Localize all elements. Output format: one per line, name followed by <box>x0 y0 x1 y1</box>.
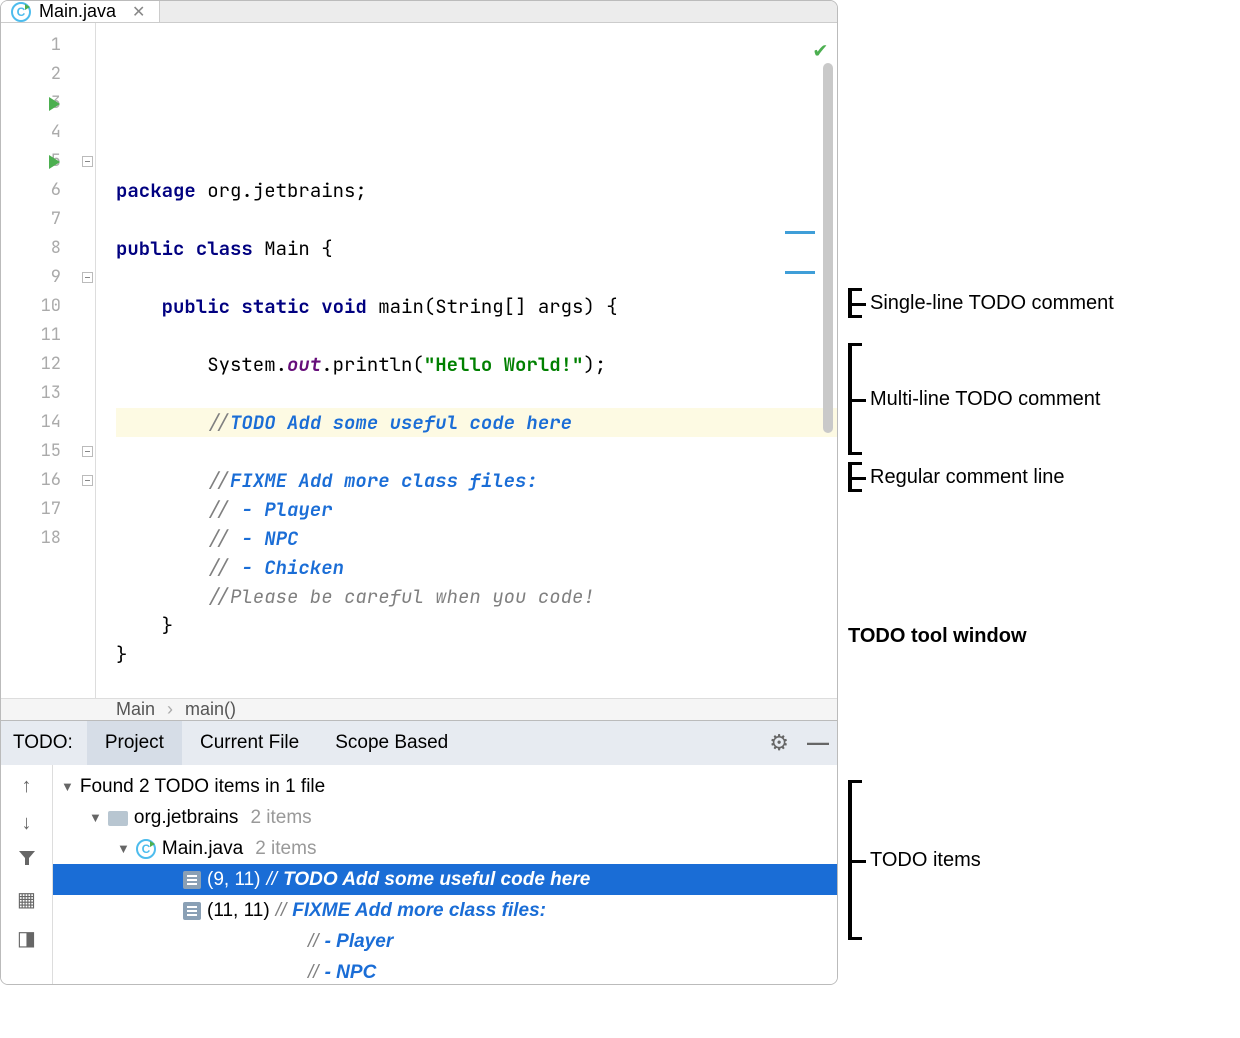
todo-item[interactable]: (9, 11) //TODO Add some useful code here <box>53 864 837 895</box>
gutter-line[interactable]: 15 <box>1 437 95 466</box>
code-line[interactable] <box>116 379 837 408</box>
annotation-todo-items: TODO items <box>870 849 981 872</box>
gutter-line[interactable]: 7 <box>1 205 95 234</box>
code-line[interactable] <box>116 263 837 292</box>
code-line[interactable] <box>116 205 837 234</box>
layout-icon[interactable]: ◨ <box>17 926 36 951</box>
chevron-right-icon: › <box>167 699 173 720</box>
gutter-line[interactable]: 12 <box>1 350 95 379</box>
code-line[interactable] <box>116 321 837 350</box>
todo-item[interactable]: (11, 11) //FIXME Add more class files: <box>53 895 837 926</box>
note-icon <box>183 902 201 920</box>
code-editor[interactable]: 123456789101112131415161718 ✔ package or… <box>1 23 837 698</box>
run-icon[interactable] <box>49 155 60 169</box>
note-icon <box>183 871 201 889</box>
code-line[interactable] <box>116 437 837 466</box>
ide-window: C Main.java ✕ 12345678910111213141516171… <box>0 0 838 985</box>
todo-panel-header: TODO: Project Current File Scope Based ⚙… <box>1 721 837 765</box>
todo-tab-current-file[interactable]: Current File <box>182 721 317 765</box>
todo-tab-project[interactable]: Project <box>87 721 182 765</box>
gutter-line[interactable]: 1 <box>1 31 95 60</box>
editor-tabbar: C Main.java ✕ <box>1 1 837 23</box>
minimize-icon[interactable]: — <box>807 730 829 756</box>
filter-icon[interactable] <box>18 849 36 873</box>
java-class-icon: C <box>11 2 31 22</box>
code-line[interactable]: System.out.println("Hello World!"); <box>116 350 837 379</box>
marker-stripe[interactable] <box>785 271 815 274</box>
arrow-down-icon[interactable]: ↓ <box>22 812 32 835</box>
gutter-line[interactable]: 3 <box>1 89 95 118</box>
todo-item-continuation[interactable]: // - NPC <box>53 957 837 985</box>
fold-icon[interactable] <box>82 156 93 167</box>
fold-icon[interactable] <box>82 446 93 457</box>
editor-scrollbar[interactable] <box>823 63 833 433</box>
todo-item-continuation[interactable]: // - Player <box>53 926 837 957</box>
java-class-icon: C <box>136 839 156 859</box>
chevron-down-icon: ▼ <box>61 779 74 794</box>
breadcrumb-item[interactable]: main() <box>185 699 236 720</box>
gutter-line[interactable]: 8 <box>1 234 95 263</box>
todo-tool-window: TODO: Project Current File Scope Based ⚙… <box>1 720 837 985</box>
code-line[interactable]: //TODO Add some useful code here <box>116 408 837 437</box>
close-icon[interactable]: ✕ <box>132 2 145 22</box>
run-icon[interactable] <box>49 97 60 111</box>
tree-package[interactable]: ▼ org.jetbrains 2 items <box>53 802 837 833</box>
todo-panel-body: ↑ ↓ ▦ ◨ ▼ Found 2 TODO items in 1 file ▼… <box>1 765 837 985</box>
tree-file[interactable]: ▼ C Main.java 2 items <box>53 833 837 864</box>
code-line[interactable]: //FIXME Add more class files: <box>116 466 837 495</box>
svg-text:C: C <box>17 5 26 19</box>
gutter-line[interactable]: 2 <box>1 60 95 89</box>
breadcrumb: Main › main() <box>1 698 837 720</box>
chevron-down-icon: ▼ <box>89 810 102 825</box>
gutter-line[interactable]: 10 <box>1 292 95 321</box>
todo-tree[interactable]: ▼ Found 2 TODO items in 1 file ▼ org.jet… <box>53 765 837 985</box>
todo-side-toolbar: ↑ ↓ ▦ ◨ <box>1 765 53 985</box>
breadcrumb-item[interactable]: Main <box>116 699 155 720</box>
code-line[interactable]: public static void main(String[] args) { <box>116 292 837 321</box>
gutter-line[interactable]: 11 <box>1 321 95 350</box>
code-line[interactable]: } <box>116 611 837 640</box>
gutter-line[interactable]: 5 <box>1 147 95 176</box>
gutter-line[interactable]: 17 <box>1 495 95 524</box>
fold-icon[interactable] <box>82 475 93 486</box>
fold-icon[interactable] <box>82 272 93 283</box>
code-line[interactable]: // - NPC <box>116 524 837 553</box>
editor-tab-main[interactable]: C Main.java ✕ <box>1 1 160 22</box>
code-area[interactable]: ✔ package org.jetbrains; public class Mai… <box>96 23 837 698</box>
annotations-layer: Single-line TODO comment Multi-line TODO… <box>848 0 1228 985</box>
code-line[interactable]: // - Chicken <box>116 553 837 582</box>
gutter-line[interactable]: 18 <box>1 524 95 553</box>
gutter-line[interactable]: 9 <box>1 263 95 292</box>
gutter-line[interactable]: 13 <box>1 379 95 408</box>
tab-filename: Main.java <box>39 1 116 22</box>
tree-summary[interactable]: ▼ Found 2 TODO items in 1 file <box>53 771 837 802</box>
code-line[interactable] <box>116 669 837 698</box>
gutter-line[interactable]: 4 <box>1 118 95 147</box>
annotation-tool-window: TODO tool window <box>848 625 1027 648</box>
annotation-regular: Regular comment line <box>870 466 1065 489</box>
svg-text:C: C <box>142 842 151 856</box>
code-line[interactable]: // - Player <box>116 495 837 524</box>
arrow-up-icon[interactable]: ↑ <box>22 775 32 798</box>
annotation-multi-line: Multi-line TODO comment <box>870 388 1100 411</box>
code-line[interactable]: package org.jetbrains; <box>116 176 837 205</box>
group-icon[interactable]: ▦ <box>17 887 36 912</box>
code-line[interactable]: public class Main { <box>116 234 837 263</box>
todo-panel-title: TODO: <box>13 732 73 754</box>
marker-stripe[interactable] <box>785 231 815 234</box>
todo-tab-scope[interactable]: Scope Based <box>317 721 466 765</box>
gutter-line[interactable]: 16 <box>1 466 95 495</box>
package-icon <box>108 811 128 826</box>
analysis-pass-icon: ✔ <box>814 35 827 64</box>
chevron-down-icon: ▼ <box>117 841 130 856</box>
gutter: 123456789101112131415161718 <box>1 23 96 698</box>
gear-icon[interactable]: ⚙ <box>769 730 789 756</box>
code-line[interactable]: } <box>116 640 837 669</box>
gutter-line[interactable]: 14 <box>1 408 95 437</box>
code-line[interactable]: //Please be careful when you code! <box>116 582 837 611</box>
annotation-single-line: Single-line TODO comment <box>870 292 1114 315</box>
gutter-line[interactable]: 6 <box>1 176 95 205</box>
